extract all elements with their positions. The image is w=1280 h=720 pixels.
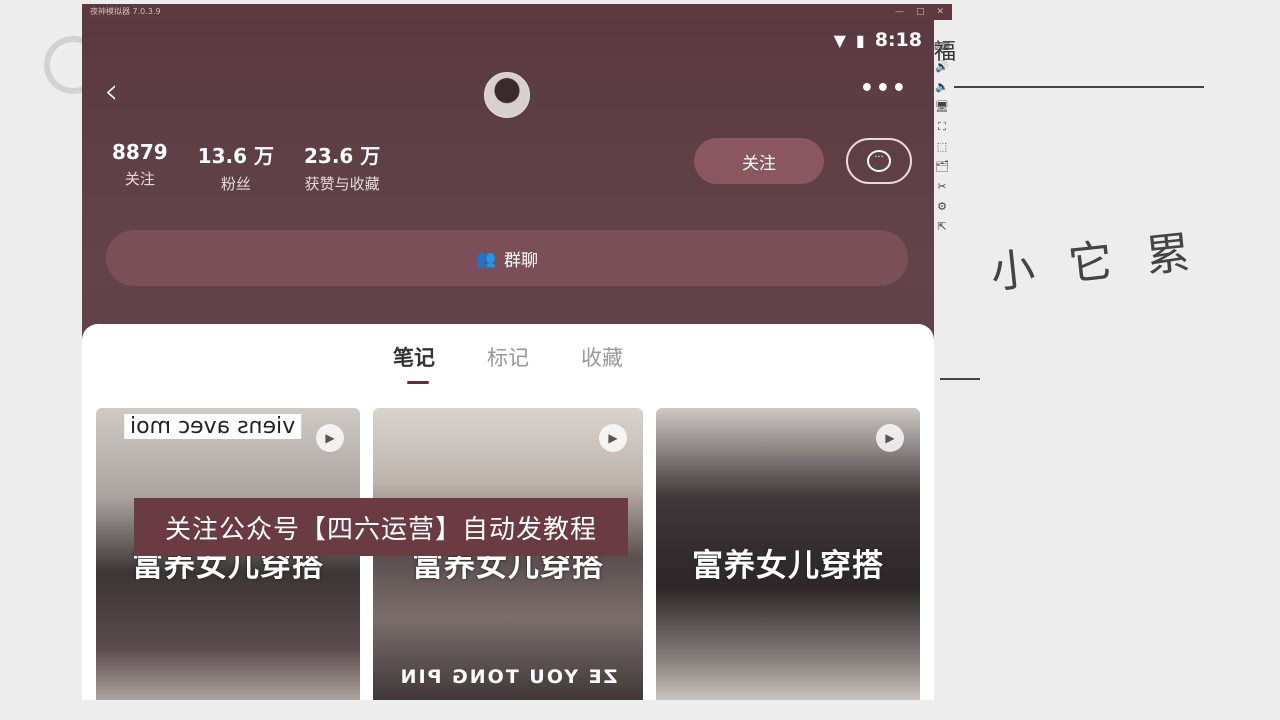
- avatar[interactable]: [484, 72, 530, 118]
- stat-label: 关注: [124, 170, 155, 188]
- fullscreen-icon[interactable]: ⛶: [938, 120, 946, 134]
- volume-up-icon[interactable]: 🔊: [935, 60, 949, 74]
- scissors-icon[interactable]: ✂: [937, 180, 946, 194]
- whiteboard-line: [940, 378, 980, 380]
- emulator-title: 夜神模拟器 7.0.3.9: [90, 7, 161, 16]
- stat-number: 13.6 万: [197, 144, 274, 168]
- stat-number: 8879: [112, 140, 168, 164]
- minimize-button[interactable]: —: [895, 4, 904, 20]
- promo-overlay-banner: 关注公众号【四六运营】自动发教程: [134, 498, 628, 556]
- emulator-titlebar: 夜神模拟器 7.0.3.9 — □ ✕: [82, 4, 952, 20]
- screen-icon[interactable]: 🖥: [935, 100, 949, 114]
- group-chat-label: 群聊: [503, 250, 538, 271]
- group-icon: 👥: [476, 248, 496, 268]
- card-bottom-text: ZE YOU TONG PIN: [398, 666, 618, 688]
- emulator-sidebar: ⌨ 🔊 🔈 🖥 ⛶ ⬚ 🗂 ✂ ⚙ ⇱: [932, 40, 952, 233]
- screenshot-icon[interactable]: ⬚: [937, 140, 947, 154]
- profile-stats: 8879 关注 13.6 万 粉丝 23.6 万 获赞与收藏: [112, 140, 380, 194]
- card-caption: 富养女儿穿搭: [692, 548, 884, 584]
- volume-down-icon[interactable]: 🔈: [935, 80, 949, 94]
- battery-icon: ▮: [855, 30, 865, 50]
- maximize-button[interactable]: □: [916, 4, 925, 20]
- more-icon[interactable]: •••: [860, 76, 908, 101]
- follow-button[interactable]: 关注: [694, 138, 824, 184]
- play-icon: ▶: [599, 424, 627, 452]
- play-icon: ▶: [876, 424, 904, 452]
- stat-label: 获赞与收藏: [304, 175, 380, 193]
- stat-followers[interactable]: 13.6 万 粉丝: [198, 140, 274, 194]
- close-button[interactable]: ✕: [936, 4, 944, 20]
- top-nav: ‹ •••: [82, 70, 934, 118]
- stat-likes[interactable]: 23.6 万 获赞与收藏: [304, 140, 380, 194]
- tab-favorites[interactable]: 收藏: [581, 342, 623, 372]
- whiteboard-line: [954, 86, 1204, 88]
- play-icon: ▶: [316, 424, 344, 452]
- keyboard-icon[interactable]: ⌨: [934, 40, 950, 54]
- chat-bubble-icon: ···: [867, 150, 891, 172]
- settings-icon[interactable]: ⚙: [937, 200, 947, 214]
- tab-bar: 笔记 标记 收藏: [82, 342, 934, 384]
- folder-icon[interactable]: 🗂: [935, 160, 949, 174]
- message-button[interactable]: ···: [846, 138, 912, 184]
- expand-icon[interactable]: ⇱: [937, 220, 946, 234]
- card-sign-text: viens avec moi: [124, 414, 302, 439]
- clock: 8:18: [874, 29, 922, 51]
- phone-screen: ▼ ▮ 8:18 ‹ ••• 8879 关注 13.6 万 粉丝 23.6 万 …: [82, 20, 934, 700]
- status-bar: ▼ ▮ 8:18: [834, 28, 922, 52]
- stat-following[interactable]: 8879 关注: [112, 140, 168, 194]
- back-icon[interactable]: ‹: [104, 74, 118, 110]
- whiteboard-scribble: 小 它 累: [988, 226, 1203, 299]
- wifi-icon: ▼: [833, 30, 846, 50]
- group-chat-button[interactable]: 👥 群聊: [106, 230, 908, 286]
- stat-label: 粉丝: [220, 175, 251, 193]
- tab-marks[interactable]: 标记: [487, 342, 529, 372]
- stat-number: 23.6 万: [303, 144, 381, 168]
- note-card[interactable]: ▶ 富养女儿穿搭: [656, 408, 920, 700]
- tab-notes[interactable]: 笔记: [393, 342, 435, 384]
